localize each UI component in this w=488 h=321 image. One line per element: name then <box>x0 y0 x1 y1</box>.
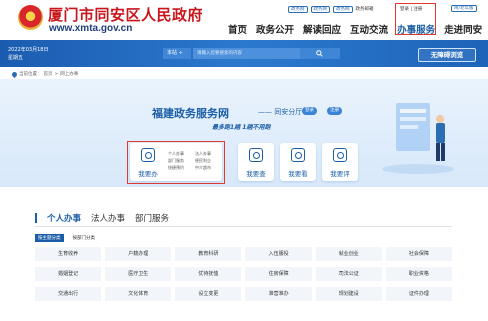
service-label-rate: 我要评 <box>330 170 350 178</box>
category-item[interactable]: 社会保障 <box>385 247 452 261</box>
subtab-by-department[interactable]: 按部门分类 <box>70 234 99 242</box>
category-item[interactable]: 医疗卫生 <box>105 267 172 281</box>
category-item[interactable]: 文化体育 <box>105 287 172 301</box>
breadcrumb-current: 网上办事 <box>60 72 79 77</box>
banner-subtitle: —— 同安分厅 <box>258 108 303 116</box>
service-quick-links: 个人办事 法人办事 部门服务 便民利企 快捷预约 中介超市 <box>168 150 222 171</box>
login-separator: | <box>410 7 412 12</box>
rate-icon <box>333 148 347 162</box>
main-nav: 首页 政务公开 解读回应 互动交流 办事服务 走进同安 <box>228 22 482 36</box>
service-label-query: 我要查 <box>246 170 266 178</box>
handle-icon <box>141 148 155 162</box>
tab-divider <box>35 226 452 227</box>
category-item[interactable]: 司法公证 <box>315 267 382 281</box>
weekday-text: 星期五 <box>8 55 24 61</box>
category-item[interactable]: 准营准办 <box>245 287 312 301</box>
elder-mode-button[interactable]: 简/老年版 <box>451 5 477 12</box>
quick-link-personal[interactable]: 个人办事 <box>168 150 195 157</box>
banner-login-button[interactable]: 登录 <box>302 107 317 115</box>
search-bar: 2022年03月18日 星期五 本站 ÷ 无障碍浏览 <box>0 40 488 67</box>
tab-legal-entity[interactable]: 法人办事 <box>91 212 125 224</box>
date-text: 2022年03月18日 <box>8 47 49 53</box>
category-item[interactable]: 生育收养 <box>35 247 102 261</box>
category-item[interactable]: 规划建设 <box>315 287 382 301</box>
banner-title: 福建政务服务网 <box>152 107 229 120</box>
service-card-view[interactable]: 我要看 <box>280 143 316 181</box>
category-item[interactable]: 入伍服役 <box>245 247 312 261</box>
query-icon <box>249 148 263 162</box>
category-grid: 生育收养 户籍办理 教育科研 入伍服役 就业创业 社会保障 婚姻登记 医疗卫生 … <box>35 247 452 301</box>
barrier-free-button[interactable]: 无障碍浏览 <box>418 48 476 62</box>
nav-services[interactable]: 办事服务 <box>397 22 435 36</box>
nav-interpretation[interactable]: 解读回应 <box>303 22 341 36</box>
eye-icon <box>291 148 305 162</box>
search-button[interactable] <box>300 48 340 59</box>
service-card-query[interactable]: 我要查 <box>238 143 274 181</box>
nav-home[interactable]: 首页 <box>228 22 247 36</box>
nav-about[interactable]: 走进同安 <box>444 22 482 36</box>
login-links: 登录 | 注册 <box>400 6 422 12</box>
top-links: 政务网 政务网 政务网 政务邮箱 <box>288 5 374 14</box>
service-card-rate[interactable]: 我要评 <box>322 143 358 181</box>
category-item[interactable]: 住房保障 <box>245 267 312 281</box>
national-emblem-icon <box>18 5 43 30</box>
quick-link-appointment[interactable]: 快捷预约 <box>168 164 195 171</box>
service-label-handle: 我要办 <box>138 170 158 178</box>
search-input[interactable] <box>193 48 307 59</box>
breadcrumb-separator: > <box>54 71 59 77</box>
breadcrumb-prefix: 当前位置： <box>19 72 42 77</box>
nav-gov-info[interactable]: 政务公开 <box>256 22 294 36</box>
site-header: 厦门市同安区人民政府 www.xmta.gov.cn 政务网 政务网 政务网 政… <box>0 0 488 40</box>
category-item[interactable]: 户籍办理 <box>105 247 172 261</box>
quick-link-dept[interactable]: 部门服务 <box>168 157 195 164</box>
breadcrumb: 当前位置： 首页 > 网上办事 <box>10 70 79 78</box>
register-link[interactable]: 注册 <box>413 7 422 12</box>
site-url: www.xmta.gov.cn <box>49 23 133 34</box>
category-item[interactable]: 设立变更 <box>175 287 242 301</box>
category-item[interactable]: 证件办理 <box>385 287 452 301</box>
top-link-1[interactable]: 政务网 <box>288 6 308 13</box>
service-banner: 福建政务服务网 —— 同安分厅 登录 注册 最多跑1趟 1趟不用跑 我要办 个人… <box>0 79 488 187</box>
top-link-3[interactable]: 政务网 <box>333 6 353 13</box>
service-tabs: 个人办事 法人办事 部门服务 <box>35 212 169 224</box>
search-icon <box>316 50 323 57</box>
tab-department[interactable]: 部门服务 <box>135 212 169 224</box>
category-item[interactable]: 交通出行 <box>35 287 102 301</box>
quick-link-legal[interactable]: 法人办事 <box>195 150 222 157</box>
top-link-2[interactable]: 政务网 <box>310 6 330 13</box>
category-item[interactable]: 婚姻登记 <box>35 267 102 281</box>
category-item[interactable]: 职业资格 <box>385 267 452 281</box>
tab-indicator <box>35 213 37 223</box>
service-card-handle[interactable]: 我要办 个人办事 法人办事 部门服务 便民利企 快捷预约 中介超市 <box>130 143 222 181</box>
tab-personal[interactable]: 个人办事 <box>47 212 81 224</box>
category-item[interactable]: 就业创业 <box>315 247 382 261</box>
quick-link-agency[interactable]: 中介超市 <box>195 164 222 171</box>
login-link[interactable]: 登录 <box>400 7 409 12</box>
category-subtabs: 按主题分类 按部门分类 <box>35 234 98 242</box>
site-title[interactable]: 厦门市同安区人民政府 <box>48 4 203 25</box>
mail-link[interactable]: 政务邮箱 <box>356 6 374 13</box>
banner-slogan: 最多跑1趟 1趟不用跑 <box>212 124 271 131</box>
service-label-view: 我要看 <box>288 170 308 178</box>
search-scope-select[interactable]: 本站 ÷ <box>163 48 191 59</box>
location-pin-icon <box>10 70 19 78</box>
banner-register-button[interactable]: 注册 <box>327 107 342 115</box>
breadcrumb-home[interactable]: 首页 <box>44 71 53 77</box>
category-item[interactable]: 教育科研 <box>175 247 242 261</box>
quick-link-convenience[interactable]: 便民利企 <box>195 157 222 164</box>
nav-interaction[interactable]: 互动交流 <box>350 22 388 36</box>
person-at-screen-illustration <box>382 103 454 174</box>
subtab-by-theme[interactable]: 按主题分类 <box>35 234 64 242</box>
category-item[interactable]: 优待抚恤 <box>175 267 242 281</box>
